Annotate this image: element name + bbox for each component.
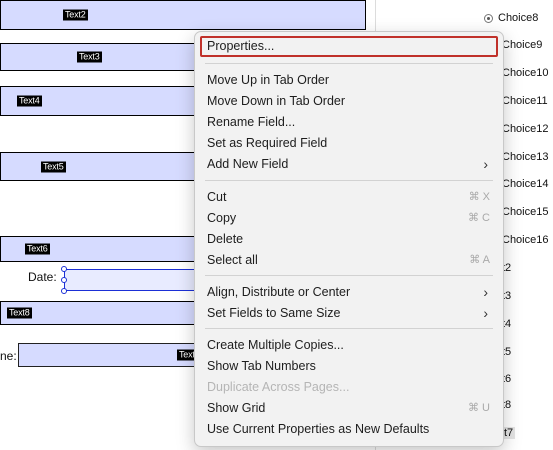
- resize-handle-mid[interactable]: [61, 277, 67, 283]
- chevron-right-icon: ›: [483, 156, 488, 172]
- menu-separator: [205, 328, 493, 329]
- shortcut-label: ⌘ A: [469, 254, 490, 266]
- menu-item-same-size[interactable]: Set Fields to Same Size ›: [200, 303, 498, 324]
- menu-separator: [205, 63, 493, 64]
- field-tag: Text6: [25, 243, 50, 255]
- field-tag: Text2: [63, 9, 88, 21]
- list-item[interactable]: Choice11: [502, 95, 548, 107]
- chevron-right-icon: ›: [483, 284, 488, 300]
- menu-item-move-up-tab-order[interactable]: Move Up in Tab Order: [200, 70, 498, 91]
- resize-handle-bottom[interactable]: [61, 288, 67, 294]
- field-tag: Text3: [77, 51, 102, 63]
- menu-item-select-all[interactable]: Select all ⌘ A: [200, 250, 498, 271]
- menu-separator: [205, 180, 493, 181]
- menu-item-move-down-tab-order[interactable]: Move Down in Tab Order: [200, 91, 498, 112]
- shortcut-label: ⌘ X: [468, 191, 490, 203]
- shortcut-label: ⌘ U: [468, 402, 490, 414]
- list-item[interactable]: Choice10: [502, 67, 548, 79]
- menu-item-copy[interactable]: Copy ⌘ C: [200, 208, 498, 229]
- menu-item-duplicate-across-pages: Duplicate Across Pages...: [207, 380, 350, 394]
- list-item[interactable]: Choice16: [502, 234, 548, 246]
- list-item[interactable]: Choice14: [502, 178, 548, 190]
- menu-item-set-required[interactable]: Set as Required Field: [200, 133, 498, 154]
- list-item[interactable]: Choice8: [498, 12, 538, 24]
- menu-item-add-new-field[interactable]: Add New Field ›: [200, 154, 498, 175]
- context-menu: Properties... Move Up in Tab Order Move …: [194, 31, 504, 447]
- menu-item-show-grid[interactable]: Show Grid ⌘ U: [200, 398, 498, 419]
- menu-item-properties[interactable]: Properties...: [200, 36, 498, 57]
- resize-handle-top[interactable]: [61, 266, 67, 272]
- date-label: Date:: [28, 270, 57, 284]
- list-item[interactable]: Choice15: [502, 206, 548, 218]
- menu-item-rename-field[interactable]: Rename Field...: [200, 112, 498, 133]
- menu-item-multiple-copies[interactable]: Create Multiple Copies...: [200, 335, 498, 356]
- list-item[interactable]: Choice9: [502, 39, 542, 51]
- text-field-text2[interactable]: Text2: [0, 0, 366, 30]
- radio-button-icon[interactable]: [484, 14, 493, 23]
- list-item[interactable]: Choice13: [502, 151, 548, 163]
- chevron-right-icon: ›: [483, 305, 488, 321]
- field-tag: Text5: [41, 161, 66, 172]
- menu-item-delete[interactable]: Delete: [200, 229, 498, 250]
- field-tag: Text8: [7, 307, 32, 319]
- menu-item-cut[interactable]: Cut ⌘ X: [200, 187, 498, 208]
- menu-item-align-distribute[interactable]: Align, Distribute or Center ›: [200, 282, 498, 303]
- field-tag: Text4: [17, 95, 42, 107]
- shortcut-label: ⌘ C: [468, 212, 490, 224]
- menu-separator: [205, 275, 493, 276]
- menu-item-use-current-defaults[interactable]: Use Current Properties as New Defaults: [200, 419, 498, 440]
- date-field[interactable]: [64, 269, 204, 291]
- list-item[interactable]: Choice12: [502, 123, 548, 135]
- name-label: ne:: [0, 349, 17, 363]
- menu-item-show-tab-numbers[interactable]: Show Tab Numbers: [200, 356, 498, 377]
